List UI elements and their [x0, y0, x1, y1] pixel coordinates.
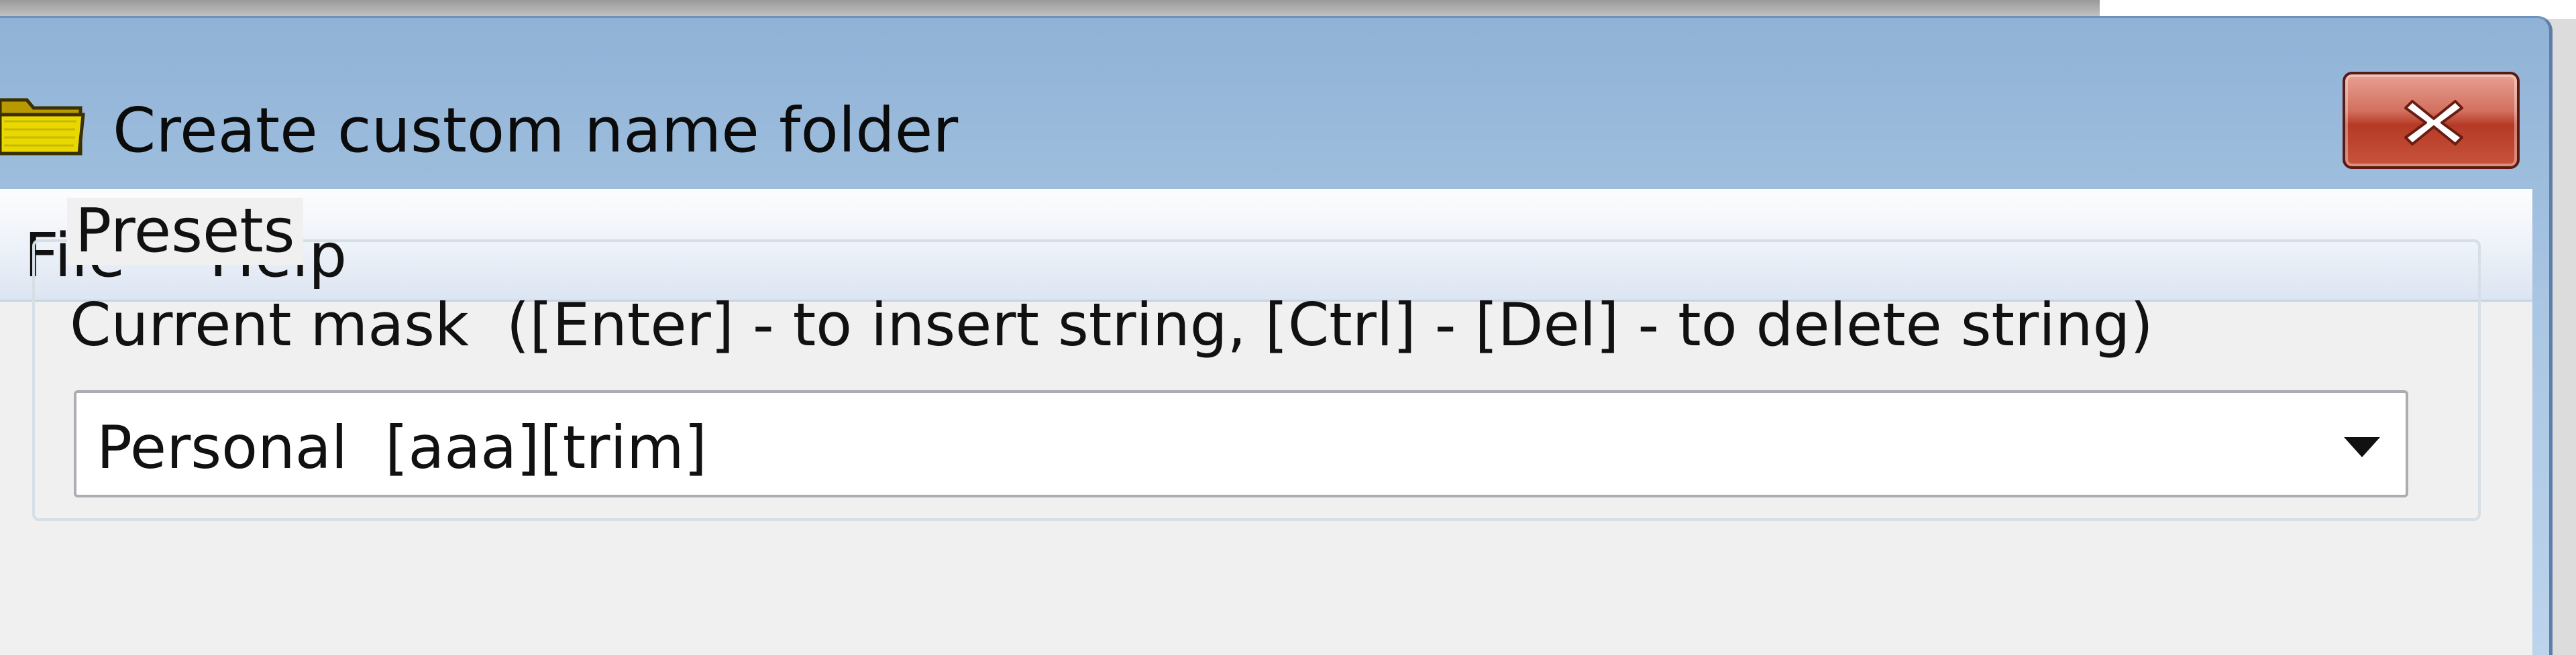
- mask-combobox[interactable]: Personal [aaa][trim]: [74, 390, 2408, 497]
- dialog-window: Create custom name folder File Help Pres…: [0, 16, 2553, 655]
- close-button[interactable]: [2343, 72, 2520, 169]
- presets-legend: Presets: [67, 198, 303, 265]
- close-icon: [2404, 100, 2463, 145]
- mask-combobox-value: Personal [aaa][trim]: [97, 413, 707, 482]
- folder-icon: [0, 92, 86, 159]
- title-bar[interactable]: Create custom name folder: [0, 18, 2549, 189]
- current-mask-label: Current mask ([Enter] - to insert string…: [70, 290, 2153, 359]
- window-title: Create custom name folder: [113, 95, 959, 166]
- chevron-down-icon[interactable]: [2339, 426, 2385, 467]
